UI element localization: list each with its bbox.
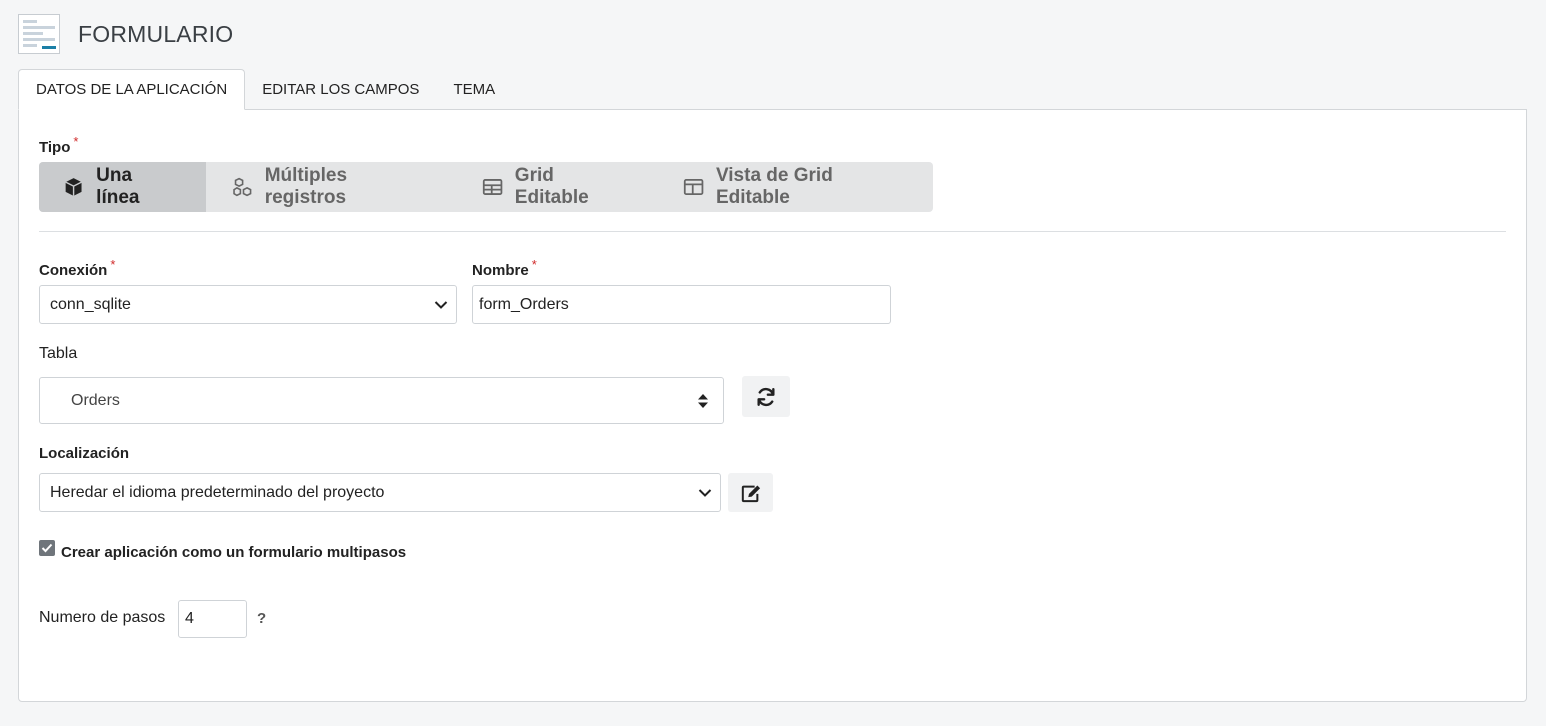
tipo-option-label: Múltiples registros bbox=[264, 165, 348, 208]
tipo-option-multiples-registros[interactable]: Múltiples registros bbox=[206, 162, 456, 212]
nombre-input[interactable]: form_Orders bbox=[472, 285, 891, 324]
chevron-down-icon bbox=[698, 488, 712, 497]
page-header: FORMULARIO bbox=[18, 14, 233, 54]
required-mark: * bbox=[110, 257, 116, 272]
tab-datos-aplicacion[interactable]: DATOS DE LA APLICACIÓN bbox=[18, 69, 246, 110]
tipo-option-una-linea[interactable]: Una línea bbox=[39, 162, 206, 212]
conexion-select[interactable]: conn_sqlite bbox=[39, 285, 457, 324]
tab-tema[interactable]: TEMA bbox=[436, 69, 512, 110]
page-title: FORMULARIO bbox=[78, 20, 234, 47]
multistep-label: Crear aplicación como un formulario mult… bbox=[61, 544, 407, 561]
tipo-label-text: Tipo bbox=[39, 139, 71, 156]
tabla-value: Orders bbox=[71, 391, 120, 409]
edit-icon bbox=[741, 485, 760, 502]
multistep-checkbox[interactable] bbox=[39, 540, 55, 556]
tipo-option-label: Vista de Grid Editable bbox=[715, 165, 833, 208]
required-mark: * bbox=[73, 134, 79, 149]
cubes-icon bbox=[232, 177, 251, 197]
tipo-option-label: Grid Editable bbox=[514, 165, 589, 208]
tipo-label: Tipo * bbox=[39, 134, 78, 156]
help-icon[interactable]: ? bbox=[257, 610, 266, 627]
tab-bar: DATOS DE LA APLICACIÓN EDITAR LOS CAMPOS… bbox=[18, 69, 512, 110]
pasos-value: 4 bbox=[185, 610, 194, 627]
table-grid-icon bbox=[482, 179, 502, 195]
conexion-label: Conexión * bbox=[39, 257, 115, 279]
pasos-label: Numero de pasos bbox=[39, 609, 166, 626]
cube-icon bbox=[65, 178, 82, 196]
app-data-panel: Tipo * Una línea Múltiples registros Gri… bbox=[18, 109, 1527, 702]
sort-updown-icon bbox=[698, 393, 708, 408]
nombre-label: Nombre * bbox=[472, 257, 537, 279]
checkmark-icon bbox=[41, 543, 53, 553]
columns-icon bbox=[683, 179, 704, 195]
pasos-input[interactable]: 4 bbox=[178, 600, 247, 638]
tabla-label: Tabla bbox=[39, 345, 78, 362]
nombre-label-text: Nombre bbox=[472, 262, 529, 279]
section-divider bbox=[39, 231, 1506, 232]
tipo-option-label: Una línea bbox=[96, 165, 140, 208]
required-mark: * bbox=[531, 257, 537, 272]
chevron-down-icon bbox=[434, 300, 448, 309]
localizacion-label: Localización bbox=[39, 445, 130, 462]
conexion-label-text: Conexión bbox=[39, 262, 108, 279]
tab-editar-campos[interactable]: EDITAR LOS CAMPOS bbox=[245, 69, 436, 110]
localizacion-select[interactable]: Heredar el idioma predeterminado del pro… bbox=[39, 473, 721, 512]
tipo-option-grid-editable[interactable]: Grid Editable bbox=[456, 162, 657, 212]
nombre-value: form_Orders bbox=[479, 295, 569, 313]
refresh-table-button[interactable] bbox=[742, 376, 790, 417]
tipo-option-vista-grid-editable[interactable]: Vista de Grid Editable bbox=[657, 162, 933, 212]
conexion-value: conn_sqlite bbox=[50, 295, 131, 313]
localizacion-value: Heredar el idioma predeterminado del pro… bbox=[50, 483, 385, 501]
edit-localization-button[interactable] bbox=[728, 473, 773, 512]
form-document-icon bbox=[18, 14, 60, 54]
refresh-icon bbox=[757, 387, 775, 406]
tipo-segmented-control: Una línea Múltiples registros Grid Edita… bbox=[39, 162, 933, 212]
tabla-select[interactable]: Orders bbox=[39, 377, 724, 424]
